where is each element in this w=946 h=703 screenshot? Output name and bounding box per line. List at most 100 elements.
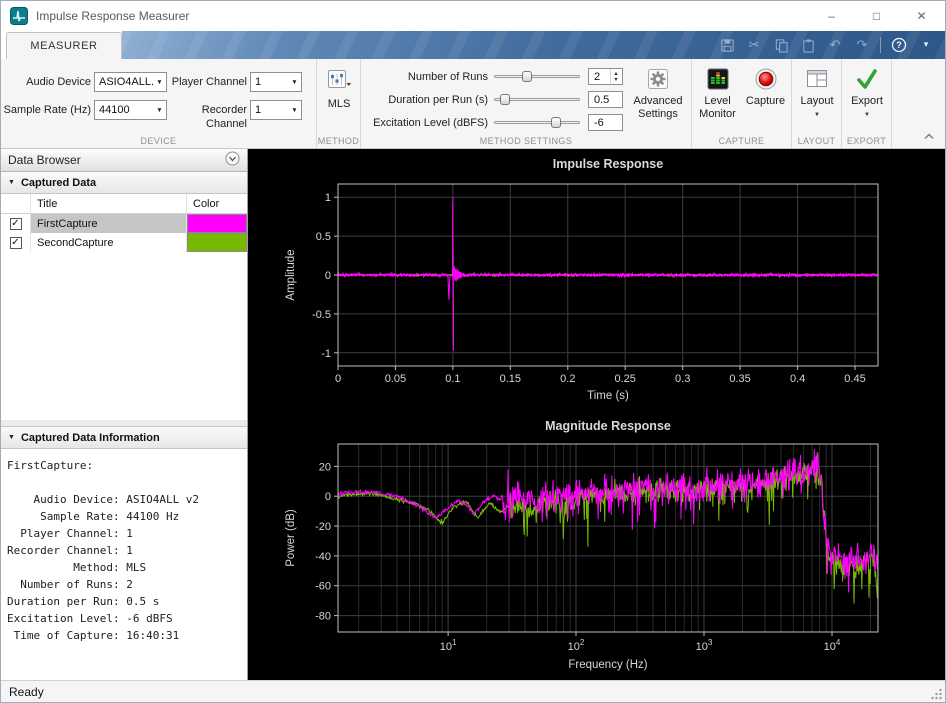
svg-text:0.25: 0.25 (614, 373, 635, 385)
chart-title: Magnitude Response (545, 419, 671, 433)
tab-measurer[interactable]: MEASURER (6, 32, 122, 59)
redo-button[interactable]: ↷ (853, 33, 871, 57)
save-button[interactable] (718, 33, 736, 57)
window-title: Impulse Response Measurer (36, 9, 190, 23)
table-row[interactable]: ✓ FirstCapture (1, 214, 247, 233)
record-icon (755, 68, 776, 90)
captured-data-info-panel: FirstCapture: Audio Device: ASIO4ALL v2 … (1, 449, 247, 680)
excitation-level-input[interactable]: -6 (588, 114, 623, 131)
minimize-button[interactable]: – (809, 1, 854, 31)
svg-text:0.45: 0.45 (844, 373, 865, 385)
number-of-runs-label: Number of Runs (407, 71, 488, 83)
table-header-row: Title Color (1, 194, 247, 214)
capture-section-label: CAPTURE (718, 136, 765, 146)
x-axis-label: Frequency (Hz) (568, 659, 647, 671)
captured-data-table: Title Color ✓ FirstCapture ✓ SecondCaptu… (1, 194, 247, 420)
color-column-header: Color (193, 197, 220, 210)
capture-title[interactable]: FirstCapture (31, 214, 187, 233)
chevron-down-icon: ▼ (814, 112, 820, 118)
section-method: MLS METHOD (317, 59, 361, 148)
capture-title[interactable]: SecondCapture (31, 233, 187, 252)
svg-text:0.4: 0.4 (790, 373, 805, 385)
color-swatch[interactable] (187, 233, 247, 252)
paste-icon (802, 38, 814, 53)
level-monitor-button[interactable]: Level Monitor (695, 67, 740, 121)
slider-thumb[interactable] (521, 71, 532, 82)
advanced-settings-gear-icon (648, 69, 668, 89)
advanced-settings-button[interactable]: Advanced Settings (627, 67, 689, 121)
svg-text:101: 101 (440, 638, 457, 653)
data-browser-panel: Data Browser ▼ Captured Data Title Color… (1, 149, 248, 680)
svg-text:104: 104 (824, 638, 841, 653)
captured-data-info-header[interactable]: ▼ Captured Data Information (1, 427, 247, 449)
layout-section-label: LAYOUT (797, 136, 836, 146)
cut-button[interactable]: ✂ (745, 33, 763, 57)
save-icon (720, 38, 734, 52)
toolbar-options-button[interactable]: ▾ (917, 33, 935, 57)
excitation-level-label: Excitation Level (dBFS) (373, 117, 488, 129)
number-of-runs-input[interactable]: 2 ▲ ▼ (588, 68, 623, 85)
duration-per-run-slider[interactable] (494, 91, 580, 109)
mls-method-button[interactable]: MLS (319, 68, 359, 111)
close-button[interactable]: ✕ (899, 1, 944, 31)
undo-button[interactable]: ↶ (826, 33, 844, 57)
export-button[interactable]: Export ▼ (844, 68, 890, 122)
svg-text:-80: -80 (315, 611, 331, 623)
svg-text:0.35: 0.35 (729, 373, 750, 385)
panel-splitter[interactable] (1, 420, 247, 427)
slider-track (494, 75, 580, 78)
number-of-runs-slider[interactable] (494, 68, 580, 86)
table-row[interactable]: ✓ SecondCapture (1, 233, 247, 252)
color-swatch[interactable] (187, 214, 247, 233)
layout-button[interactable]: Layout ▼ (794, 68, 840, 122)
svg-text:-1: -1 (321, 348, 331, 360)
panel-menu-button[interactable] (225, 151, 240, 169)
svg-text:0: 0 (335, 373, 341, 385)
toolstrip-collapse-button[interactable] (921, 130, 937, 142)
export-section-label: EXPORT (846, 136, 887, 146)
spinner-down-icon[interactable]: ▼ (613, 77, 618, 83)
method-settings-section-label: METHOD SETTINGS (479, 136, 573, 146)
help-button[interactable]: ? (890, 33, 908, 57)
audio-device-select[interactable]: ASIO4ALL... ▼ (94, 72, 167, 92)
duration-per-run-input[interactable]: 0.5 (588, 91, 623, 108)
collapse-triangle-icon: ▼ (8, 434, 15, 441)
svg-text:0.2: 0.2 (560, 373, 575, 385)
slider-thumb[interactable] (500, 94, 511, 105)
player-channel-select[interactable]: 1 ▼ (250, 72, 302, 92)
app-window: Impulse Response Measurer – □ ✕ MEASURER… (0, 0, 946, 703)
spinner[interactable]: ▲ ▼ (610, 69, 621, 84)
excitation-level-slider[interactable] (494, 114, 580, 132)
toolbar-separator (880, 37, 881, 53)
captured-data-header[interactable]: ▼ Captured Data (1, 172, 247, 194)
circled-chevron-icon (225, 151, 240, 166)
resize-grip[interactable] (930, 687, 943, 700)
status-bar: Ready (1, 680, 945, 702)
slider-thumb[interactable] (550, 117, 561, 128)
section-layout: Layout ▼ LAYOUT (792, 59, 842, 148)
svg-text:20: 20 (319, 461, 331, 473)
copy-button[interactable] (772, 33, 790, 57)
maximize-button[interactable]: □ (854, 1, 899, 31)
chevron-up-icon (924, 133, 934, 139)
plots-panel: 0 0.05 0.1 0.15 0.2 0.25 0.3 0.35 0.4 0.45 -1 -0.5 0… (248, 149, 945, 680)
chevron-down-icon: ▼ (864, 112, 870, 118)
sample-rate-select[interactable]: 44100 ▼ (94, 100, 167, 120)
capture-button[interactable]: Capture (743, 67, 788, 108)
chevron-down-icon: ▼ (291, 106, 298, 114)
cut-icon: ✂ (748, 37, 760, 53)
level-monitor-icon (707, 68, 728, 90)
help-icon: ? (891, 37, 907, 53)
recorder-channel-select[interactable]: 1 ▼ (250, 100, 302, 120)
svg-text:0.5: 0.5 (316, 231, 331, 243)
row-checkbox[interactable]: ✓ (9, 236, 22, 249)
paste-button[interactable] (799, 33, 817, 57)
recorder-channel-label: Recorder Channel (201, 104, 247, 130)
svg-text:-60: -60 (315, 581, 331, 593)
window-controls: – □ ✕ (809, 1, 944, 31)
svg-text:0: 0 (325, 491, 331, 503)
svg-text:0.05: 0.05 (385, 373, 406, 385)
player-channel-label: Player Channel (171, 76, 247, 88)
svg-text:0.1: 0.1 (445, 373, 460, 385)
row-checkbox[interactable]: ✓ (9, 217, 22, 230)
